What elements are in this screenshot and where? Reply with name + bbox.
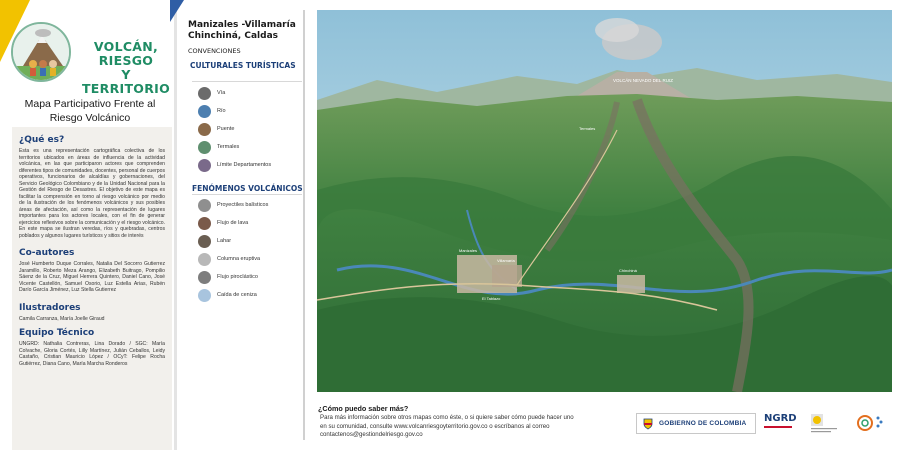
map-label-villamaria: Villamaría xyxy=(497,258,515,263)
road-icon xyxy=(198,86,211,100)
coautores-text: José Humberto Duque Corrales, Natalia De… xyxy=(19,261,165,293)
que-es-text: Esta es una representación cartográfica … xyxy=(19,148,165,239)
volcanicos-legend-item-label: Columna eruptiva xyxy=(217,256,261,262)
culturales-legend-item-label: Vía xyxy=(217,90,226,96)
equipo-tecnico-text: UNGRD: Nathalia Contreras, Lina Dorado /… xyxy=(19,341,165,367)
gobierno-colombia-label: GOBIERNO DE COLOMBIA xyxy=(659,420,747,427)
volcanicos-legend-item: Proyectiles balísticos xyxy=(198,198,268,212)
equipo-tecnico-heading: Equipo Técnico xyxy=(19,328,95,338)
ngrd-logo: NGRD xyxy=(764,413,806,437)
boundary-icon xyxy=(198,158,211,172)
logo-title-line1: VOLCÁN, RIESGO xyxy=(93,39,159,68)
ilustradores-heading: Ilustradores xyxy=(19,302,81,313)
culturales-legend-item-label: Puente xyxy=(217,126,235,132)
culturales-legend-item-label: Límite Departamentos xyxy=(217,162,272,168)
ilustradores-text: Camila Carranza, María Joelle Giraud xyxy=(19,315,105,322)
footer-text: Para más información sobre otros mapas c… xyxy=(320,414,620,440)
project-logo xyxy=(11,22,71,82)
culturales-legend-item-label: Río xyxy=(217,108,226,114)
left-info-panel: VOLCÁN, RIESGO Y TERRITORIO Mapa Partici… xyxy=(0,0,176,450)
map-label-manizales: Manizales xyxy=(459,248,477,253)
volcanicos-legend-item-label: Lahar xyxy=(217,238,232,244)
volcanicos-legend-item-label: Caída de ceniza xyxy=(217,292,257,298)
lahar-icon xyxy=(198,234,211,248)
location-title-line1: Manizales -Villamaría xyxy=(188,20,296,30)
coat-of-arms-icon xyxy=(643,418,653,429)
volcanicos-legend-item: Flujo de lava xyxy=(198,216,248,230)
volcanicos-divider xyxy=(192,194,302,195)
culturales-heading: CULTURALES TURÍSTICAS xyxy=(190,61,296,70)
culturales-legend-item-label: Termales xyxy=(217,144,240,150)
volcanicos-legend-item: Columna eruptiva xyxy=(198,252,260,266)
ngrd-subtitle-bar xyxy=(764,425,806,428)
volcano-label: VOLCÁN NEVADO DEL RUIZ xyxy=(613,77,673,83)
map-label-termales: Termales xyxy=(579,126,595,131)
illustrated-map[interactable]: VOLCÁN NEVADO DEL RUIZ Villamaría Chinch… xyxy=(317,10,892,392)
volcanicos-legend-item: Caída de ceniza xyxy=(198,288,257,302)
document-title-line1: Mapa Participativo Frente al xyxy=(24,98,156,110)
map-label-el-tablazo: El Tablazo xyxy=(482,296,501,301)
map-label-chinchina: Chinchiná xyxy=(619,268,638,273)
culturales-divider xyxy=(192,81,302,82)
pyroclastic-flow-icon xyxy=(198,270,211,284)
document-title-line2: Riesgo Volcánico xyxy=(49,112,131,124)
volcanicos-legend-item-label: Proyectiles balísticos xyxy=(217,202,269,208)
bridge-icon xyxy=(198,122,211,136)
town-chinchina xyxy=(617,275,645,293)
ballistic-icon xyxy=(198,198,211,212)
volcanicos-legend-item: Lahar xyxy=(198,234,231,248)
ash-fall-icon xyxy=(198,288,211,302)
volcanicos-heading: FENÓMENOS VOLCÁNICOS xyxy=(192,184,303,193)
culturales-legend-item: Vía xyxy=(198,86,225,100)
footer-text-line2: en su comunidad, consulte www.volcanries… xyxy=(320,422,550,430)
ocyt-logo xyxy=(855,412,885,438)
footer-question: ¿Cómo puedo saber más? xyxy=(318,404,409,413)
volcanicos-legend-item: Flujo piroclástico xyxy=(198,270,258,284)
coautores-heading: Co-autores xyxy=(19,248,75,258)
sgc-logo xyxy=(809,412,839,438)
eruptive-column-icon xyxy=(198,252,211,266)
culturales-legend-item: Puente xyxy=(198,122,234,136)
eruptive-plume-top xyxy=(595,18,639,42)
hot-springs-icon xyxy=(198,140,211,154)
legend-panel-edge xyxy=(303,10,305,440)
volcanicos-legend-item-label: Flujo de lava xyxy=(217,220,249,226)
ngrd-label: NGRD xyxy=(764,413,797,424)
que-es-heading: ¿Qué es? xyxy=(19,135,65,145)
culturales-legend-item: Río xyxy=(198,104,226,118)
map-illustration: VOLCÁN NEVADO DEL RUIZ Villamaría Chinch… xyxy=(317,10,892,392)
convenciones-label: CONVENCIONES xyxy=(188,47,241,55)
lava-flow-icon xyxy=(198,216,211,230)
logo-title-line2: Y TERRITORIO xyxy=(81,67,171,96)
culturales-legend-item: Termales xyxy=(198,140,239,154)
project-logo-title: VOLCÁN, RIESGO Y TERRITORIO xyxy=(76,40,176,96)
footer-text-line3[interactable]: contactenos@gestiondelriesgo.gov.co xyxy=(320,431,620,440)
document-title: Mapa Participativo Frente al Riesgo Volc… xyxy=(10,97,170,125)
left-panel-scrollbar[interactable] xyxy=(174,0,177,450)
river-icon xyxy=(198,104,211,118)
info-box: ¿Qué es? Esta es una representación cart… xyxy=(12,127,172,450)
footer-text-line1: Para más información sobre otros mapas c… xyxy=(320,414,574,421)
location-title-line2: Chinchiná, Caldas xyxy=(188,31,278,41)
gobierno-colombia-logo: GOBIERNO DE COLOMBIA xyxy=(636,413,756,434)
legend-header: Manizales -Villamaría Chinchiná, Caldas … xyxy=(182,10,306,74)
volcanicos-legend-item-label: Flujo piroclástico xyxy=(217,274,258,280)
culturales-legend-item: Límite Departamentos xyxy=(198,158,271,172)
legend-panel: Manizales -Villamaría Chinchiná, Caldas … xyxy=(178,10,306,445)
location-title: Manizales -Villamaría Chinchiná, Caldas xyxy=(188,20,306,42)
